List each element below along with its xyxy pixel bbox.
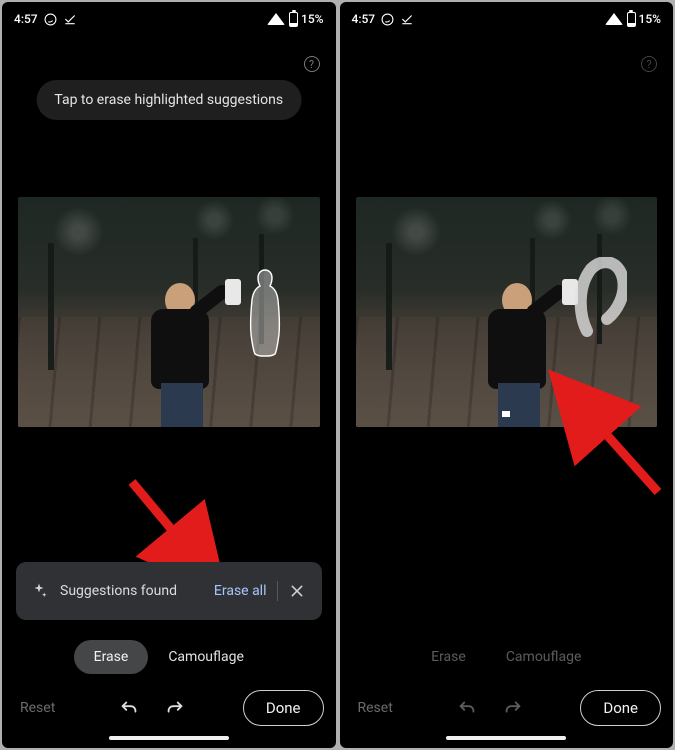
mode-selector: Erase Camouflage [2, 640, 336, 674]
reset-button[interactable]: Reset [14, 694, 61, 722]
screenshot-right: 4:57 15% ? [340, 2, 674, 748]
suggestions-label: Suggestions found [60, 583, 206, 599]
mode-selector: Erase Camouflage [340, 640, 674, 674]
eraser-suggestion-outline[interactable] [247, 266, 283, 358]
mode-erase[interactable]: Erase [74, 640, 149, 674]
divider [277, 581, 278, 601]
battery-icon [289, 12, 298, 27]
mode-erase[interactable]: Erase [411, 640, 486, 674]
close-icon[interactable] [280, 574, 314, 608]
home-indicator [109, 736, 229, 740]
done-button[interactable]: Done [580, 690, 661, 726]
download-done-icon [63, 12, 77, 26]
status-bar: 4:57 15% [340, 2, 674, 30]
redo-button[interactable] [501, 696, 525, 720]
mode-camouflage[interactable]: Camouflage [486, 640, 602, 674]
status-time: 4:57 [14, 12, 38, 26]
erase-all-button[interactable]: Erase all [206, 581, 275, 601]
whatsapp-icon [381, 13, 394, 26]
user-brush-stroke [573, 257, 627, 339]
battery-percent: 15% [301, 12, 323, 26]
whatsapp-icon [44, 13, 57, 26]
photo-canvas[interactable] [356, 197, 658, 427]
done-button[interactable]: Done [243, 690, 324, 726]
battery-percent: 15% [639, 12, 661, 26]
reset-button[interactable]: Reset [352, 694, 399, 722]
mode-camouflage[interactable]: Camouflage [148, 640, 264, 674]
undo-button[interactable] [117, 696, 141, 720]
photo-canvas[interactable] [18, 197, 320, 427]
screenshot-left: 4:57 15% ? Tap to erase highlighted sugg… [2, 2, 336, 748]
home-indicator [446, 736, 566, 740]
undo-button[interactable] [455, 696, 479, 720]
redo-button[interactable] [163, 696, 187, 720]
wifi-icon [267, 13, 285, 25]
help-icon[interactable]: ? [641, 56, 657, 72]
download-done-icon [400, 12, 414, 26]
brush-cursor [502, 411, 510, 417]
battery-icon [627, 12, 636, 27]
status-bar: 4:57 15% [2, 2, 336, 30]
hint-tooltip: Tap to erase highlighted suggestions [36, 80, 301, 120]
status-time: 4:57 [352, 12, 376, 26]
wifi-icon [605, 13, 623, 25]
sparkle-icon [30, 582, 48, 600]
suggestions-banner: Suggestions found Erase all [16, 562, 322, 620]
help-icon[interactable]: ? [304, 56, 320, 72]
